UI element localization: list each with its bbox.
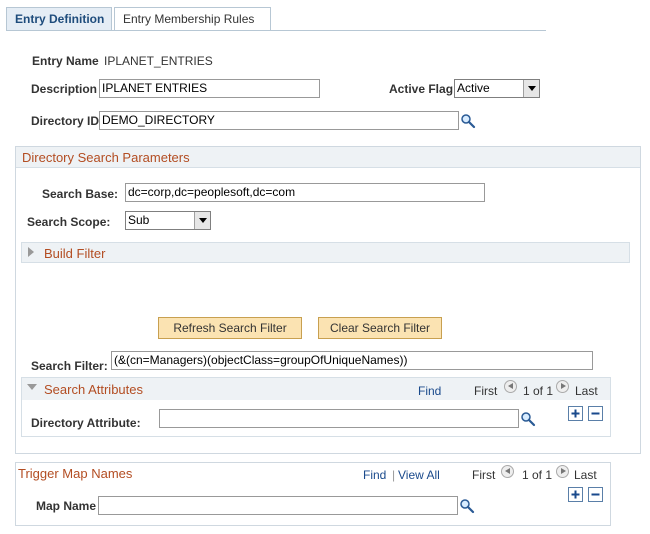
- active-flag-value: Active: [457, 81, 490, 95]
- trigger-map-find-link[interactable]: Find: [363, 468, 386, 482]
- lookup-icon[interactable]: [460, 113, 476, 129]
- search-scope-value: Sub: [128, 213, 150, 227]
- refresh-search-filter-button[interactable]: Refresh Search Filter: [158, 317, 302, 339]
- search-scope-select[interactable]: Sub: [125, 211, 211, 230]
- collapse-arrow-icon: [27, 384, 37, 390]
- search-attributes-find-link[interactable]: Find: [418, 383, 441, 400]
- description-label: Description: [31, 82, 98, 96]
- previous-icon[interactable]: [501, 465, 514, 478]
- trigger-map-separator: |: [392, 468, 396, 482]
- trigger-map-first: First: [472, 468, 496, 482]
- add-row-icon[interactable]: [568, 487, 583, 502]
- map-name-input[interactable]: [98, 496, 458, 515]
- next-icon[interactable]: [556, 465, 569, 478]
- search-filter-input[interactable]: (&(cn=Managers)(objectClass=groupOfUniqu…: [111, 351, 593, 370]
- directory-id-input[interactable]: DEMO_DIRECTORY: [99, 111, 459, 130]
- expand-arrow-icon: [28, 247, 34, 257]
- tab-entry-membership-rules[interactable]: Entry Membership Rules: [114, 7, 271, 30]
- active-flag-label: Active Flag: [389, 82, 454, 96]
- search-attributes-title: Search Attributes: [44, 382, 143, 397]
- lookup-icon[interactable]: [520, 411, 536, 427]
- lookup-icon[interactable]: [459, 498, 475, 514]
- search-base-label: Search Base:: [42, 187, 119, 201]
- directory-search-parameters-header: Directory Search Parameters: [16, 147, 640, 168]
- trigger-map-range: 1 of 1: [522, 468, 553, 482]
- directory-attribute-label: Directory Attribute:: [31, 416, 141, 430]
- delete-row-icon[interactable]: [588, 487, 603, 502]
- trigger-map-last: Last: [574, 468, 597, 482]
- entry-name-label: Entry Name: [32, 54, 99, 68]
- build-filter-label: Build Filter: [44, 246, 106, 261]
- build-filter-header[interactable]: Build Filter: [21, 242, 630, 263]
- next-icon[interactable]: [556, 380, 569, 393]
- clear-search-filter-button[interactable]: Clear Search Filter: [318, 317, 442, 339]
- search-attributes-range: 1 of 1: [523, 384, 554, 398]
- map-name-label: Map Name: [36, 499, 97, 513]
- chevron-down-icon: [523, 80, 539, 97]
- previous-icon[interactable]: [504, 380, 517, 393]
- directory-attribute-input[interactable]: [159, 409, 519, 428]
- directory-id-label: Directory ID: [31, 114, 100, 128]
- chevron-down-icon: [194, 212, 210, 229]
- trigger-map-names-header: Trigger Map Names Find | View All First …: [16, 463, 610, 485]
- tab-entry-definition[interactable]: Entry Definition: [6, 7, 112, 31]
- search-scope-label: Search Scope:: [27, 215, 111, 229]
- add-row-icon[interactable]: [568, 406, 583, 421]
- search-attributes-first: First: [474, 384, 498, 398]
- tab-underline: [6, 30, 546, 31]
- search-filter-label: Search Filter:: [31, 359, 108, 373]
- active-flag-select[interactable]: Active: [454, 79, 540, 98]
- trigger-map-names-title: Trigger Map Names: [18, 466, 133, 481]
- search-attributes-header[interactable]: Search Attributes Find First 1 of 1 Last: [22, 378, 610, 400]
- trigger-map-view-all-link[interactable]: View All: [398, 468, 440, 482]
- search-attributes-last: Last: [575, 384, 598, 398]
- search-base-input[interactable]: dc=corp,dc=peoplesoft,dc=com: [125, 183, 485, 202]
- description-input[interactable]: IPLANET ENTRIES: [99, 79, 320, 98]
- delete-row-icon[interactable]: [588, 406, 603, 421]
- entry-name-value: IPLANET_ENTRIES: [104, 54, 213, 68]
